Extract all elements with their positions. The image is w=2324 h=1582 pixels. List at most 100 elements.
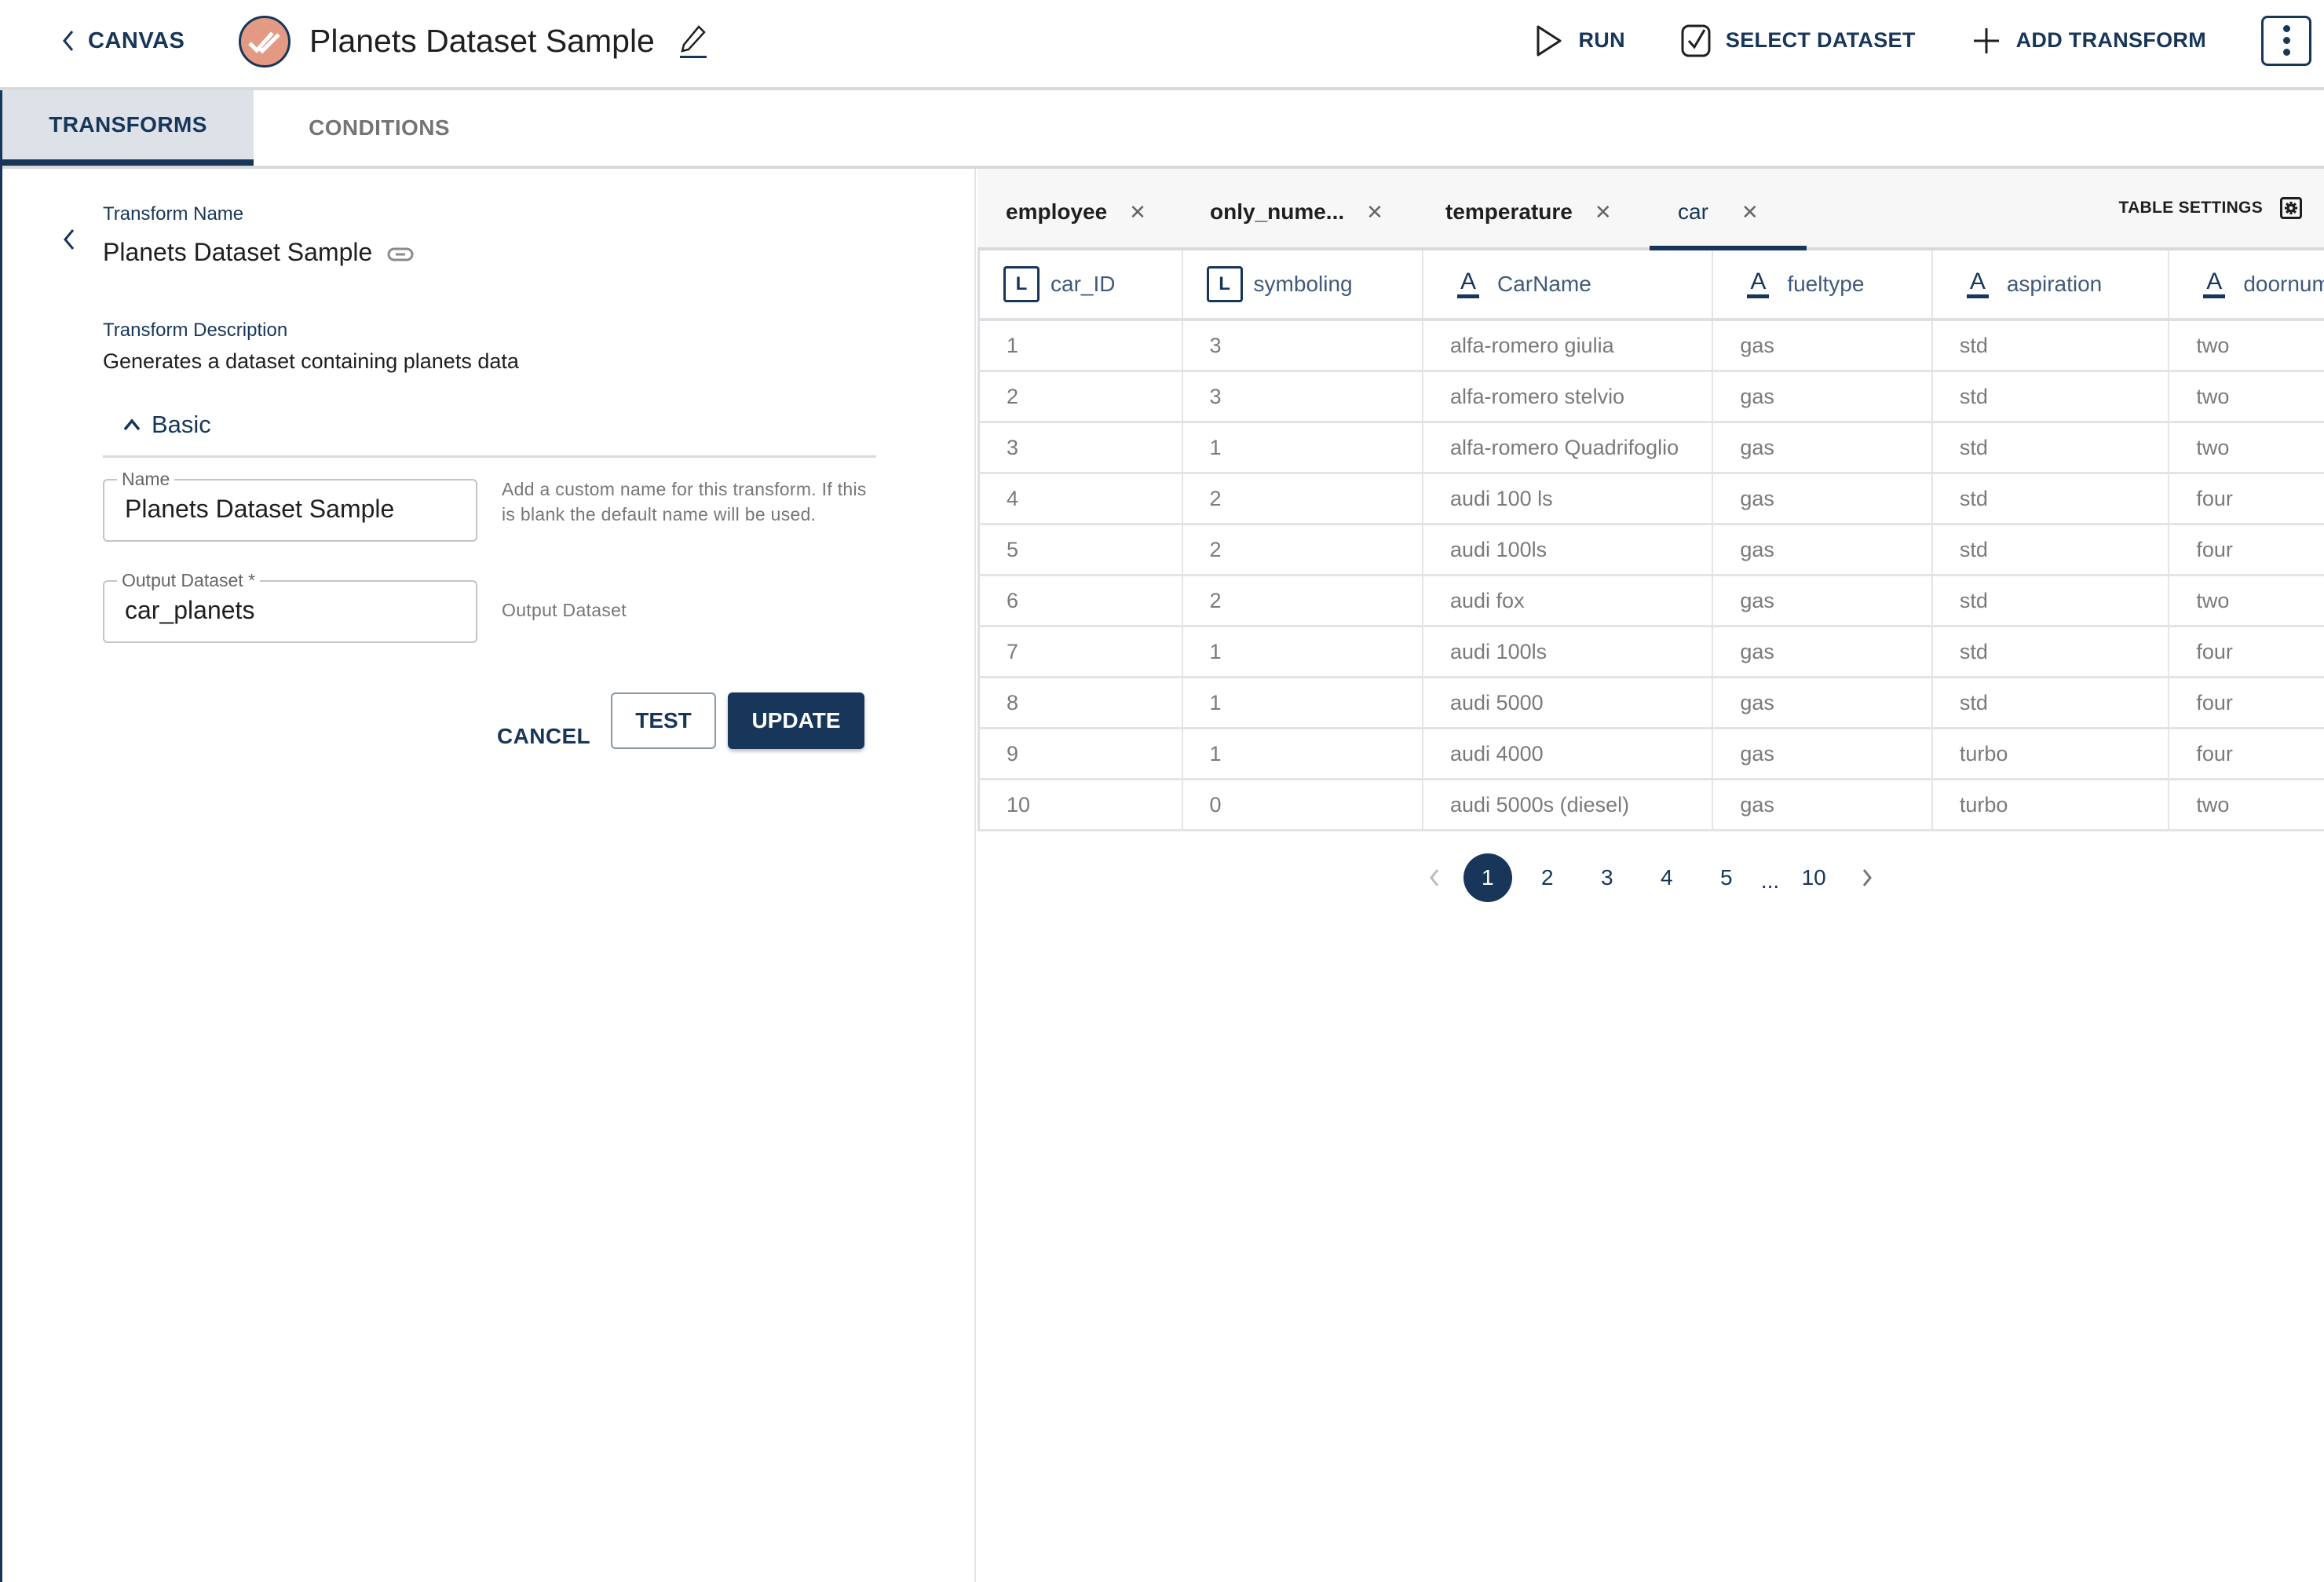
table-settings-label: TABLE SETTINGS [2118, 199, 2263, 217]
text-type-icon: A [1966, 270, 1990, 298]
page-button[interactable]: 1 [1463, 853, 1512, 902]
chevron-right-icon [1863, 869, 1873, 886]
dataset-tab-only-numeric[interactable]: only_nume... ✕ [1210, 192, 1383, 232]
table-cell: 1 [1183, 678, 1423, 727]
gear-icon [2280, 197, 2302, 219]
previous-page-button[interactable] [1411, 853, 1458, 902]
section-divider [103, 455, 876, 458]
chevron-up-icon [123, 418, 141, 431]
table-cell: 4 [980, 474, 1183, 523]
table-cell: gas [1713, 525, 1933, 574]
close-icon[interactable]: ✕ [1129, 200, 1146, 225]
edit-title-button[interactable] [677, 24, 710, 60]
link-icon[interactable] [387, 247, 414, 262]
table-cell: gas [1713, 423, 1933, 472]
table-cell: 7 [980, 627, 1183, 676]
table-header: Lcar_ID Lsymboling A CarName Afueltype Aaspir… [977, 250, 2324, 321]
page-button[interactable]: 3 [1577, 853, 1637, 902]
basic-section-toggle[interactable]: Basic [122, 411, 211, 439]
table-cell: two [2196, 333, 2230, 357]
table-cell: gas [1713, 372, 1933, 421]
column-header[interactable]: Adoornum [2169, 250, 2324, 318]
tab-transforms[interactable]: TRANSFORMS [2, 90, 254, 166]
name-field-value[interactable]: Planets Dataset Sample [125, 495, 394, 524]
table-cell: 3 [980, 423, 1183, 472]
table-row: 3 1 alfa-romero Quadrifoglio gas std two [977, 423, 2324, 474]
chevron-left-icon [63, 31, 74, 51]
update-button[interactable]: UPDATE [728, 692, 864, 749]
close-icon[interactable]: ✕ [1366, 200, 1383, 225]
tab-conditions[interactable]: CONDITIONS [254, 90, 505, 166]
dataset-tab-label: employee [1006, 199, 1108, 224]
cancel-button[interactable]: CANCEL [497, 709, 590, 764]
table-cell: four [2196, 639, 2233, 663]
page-button[interactable]: 5 [1697, 853, 1756, 902]
next-page-button[interactable] [1843, 853, 1891, 902]
collapse-panel-button[interactable] [57, 224, 81, 255]
play-icon [1537, 25, 1561, 56]
close-icon[interactable]: ✕ [1741, 200, 1759, 225]
table-row: 7 1 audi 100ls gas std four [977, 627, 2324, 678]
pencil-icon [680, 25, 707, 58]
column-header-label: CarName [1497, 272, 1591, 296]
page-button[interactable]: 2 [1518, 853, 1577, 902]
transform-description-label: Transform Description [103, 320, 288, 341]
table-cell: 8 [980, 678, 1183, 727]
table-cell: gas [1713, 576, 1933, 625]
table-cell: 2 [1183, 474, 1423, 523]
output-dataset-field[interactable]: Output Dataset * car_planets [103, 569, 477, 643]
dataset-tab-label: car [1678, 199, 1708, 224]
table-cell: gas [1713, 780, 1933, 829]
close-icon[interactable]: ✕ [1595, 200, 1612, 225]
table-cell: std [1933, 372, 2170, 421]
pagination: 12345 ... 10 [977, 850, 2324, 905]
text-type-icon: A [1456, 270, 1480, 298]
column-header[interactable]: A CarName [1423, 250, 1714, 318]
table-cell: gas [1713, 729, 1933, 778]
output-dataset-value[interactable]: car_planets [125, 596, 254, 625]
numeric-type-icon: L [1003, 266, 1040, 302]
page-button[interactable]: 4 [1637, 853, 1697, 902]
column-header-label: symboling [1253, 272, 1353, 296]
table-cell: audi 100ls [1423, 627, 1714, 676]
table-cell: audi 100 ls [1423, 474, 1714, 523]
table-cell: alfa-romero giulia [1423, 321, 1714, 370]
top-bar: CANVAS Planets Dataset Sample RUN SELECT… [0, 0, 2324, 90]
table-cell: gas [1713, 321, 1933, 370]
column-header[interactable]: Afueltype [1713, 250, 1933, 318]
column-header[interactable]: Aaspiration [1933, 250, 2170, 318]
page-button-last[interactable]: 10 [1784, 853, 1843, 902]
column-header[interactable]: Lcar_ID [980, 250, 1183, 318]
table-cell: two [2196, 588, 2230, 612]
table-cell: std [1933, 627, 2170, 676]
dataset-tab-label: temperature [1445, 199, 1573, 224]
table-row: 1 3 alfa-romero giulia gas std two [977, 321, 2324, 372]
table-cell: audi 100ls [1423, 525, 1714, 574]
column-header[interactable]: Lsymboling [1183, 250, 1423, 318]
table-cell: 0 [1183, 780, 1423, 829]
select-dataset-button[interactable]: SELECT DATASET [1680, 22, 1916, 60]
numeric-type-icon: L [1206, 266, 1243, 302]
table-body: 1 3 alfa-romero giulia gas std two 2 3 alfa-rome… [977, 321, 2324, 831]
output-dataset-label: Output Dataset * [117, 569, 261, 591]
data-table: Lcar_ID Lsymboling A CarName Afueltype Aaspir… [977, 250, 2324, 831]
table-cell: 2 [1183, 576, 1423, 625]
table-cell: turbo [1933, 780, 2170, 829]
table-cell: std [1933, 321, 2170, 370]
table-row: 9 1 audi 4000 gas turbo four [977, 729, 2324, 780]
name-field-helper: Add a custom name for this transform. If… [502, 479, 867, 524]
name-field[interactable]: Name Planets Dataset Sample [103, 468, 477, 542]
test-button[interactable]: TEST [611, 692, 716, 749]
more-options-button[interactable] [2261, 15, 2311, 66]
dataset-tab-car[interactable]: car ✕ [1678, 192, 1759, 232]
back-to-canvas-button[interactable]: CANVAS [60, 24, 185, 58]
dataset-tab-employee[interactable]: employee ✕ [1006, 192, 1146, 232]
add-transform-button[interactable]: ADD TRANSFORM [1971, 22, 2206, 60]
table-row: 10 0 audi 5000s (diesel) gas turbo two [977, 780, 2324, 831]
run-button[interactable]: RUN [1533, 22, 1625, 60]
dataset-tab-temperature[interactable]: temperature ✕ [1445, 192, 1612, 232]
column-header-label: car_ID [1051, 272, 1116, 296]
table-cell: 2 [1183, 525, 1423, 574]
table-cell: gas [1713, 678, 1933, 727]
table-settings-button[interactable]: TABLE SETTINGS [2119, 197, 2302, 219]
